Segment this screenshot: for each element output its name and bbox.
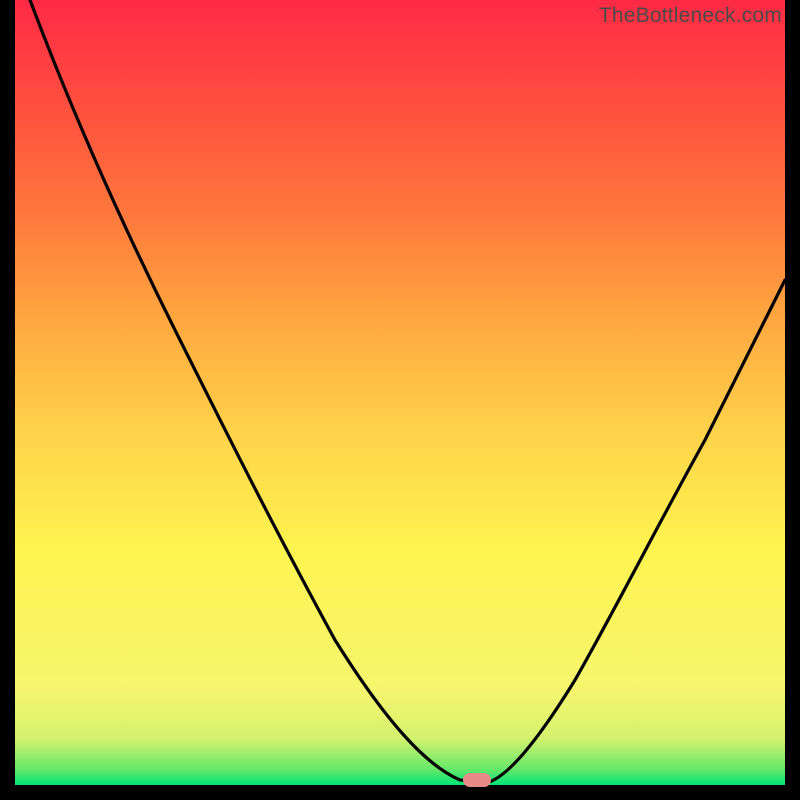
- chart-frame: TheBottleneck.com: [0, 0, 800, 800]
- minimum-marker: [463, 773, 491, 787]
- plot-area: [15, 0, 785, 785]
- watermark-text: TheBottleneck.com: [599, 4, 782, 28]
